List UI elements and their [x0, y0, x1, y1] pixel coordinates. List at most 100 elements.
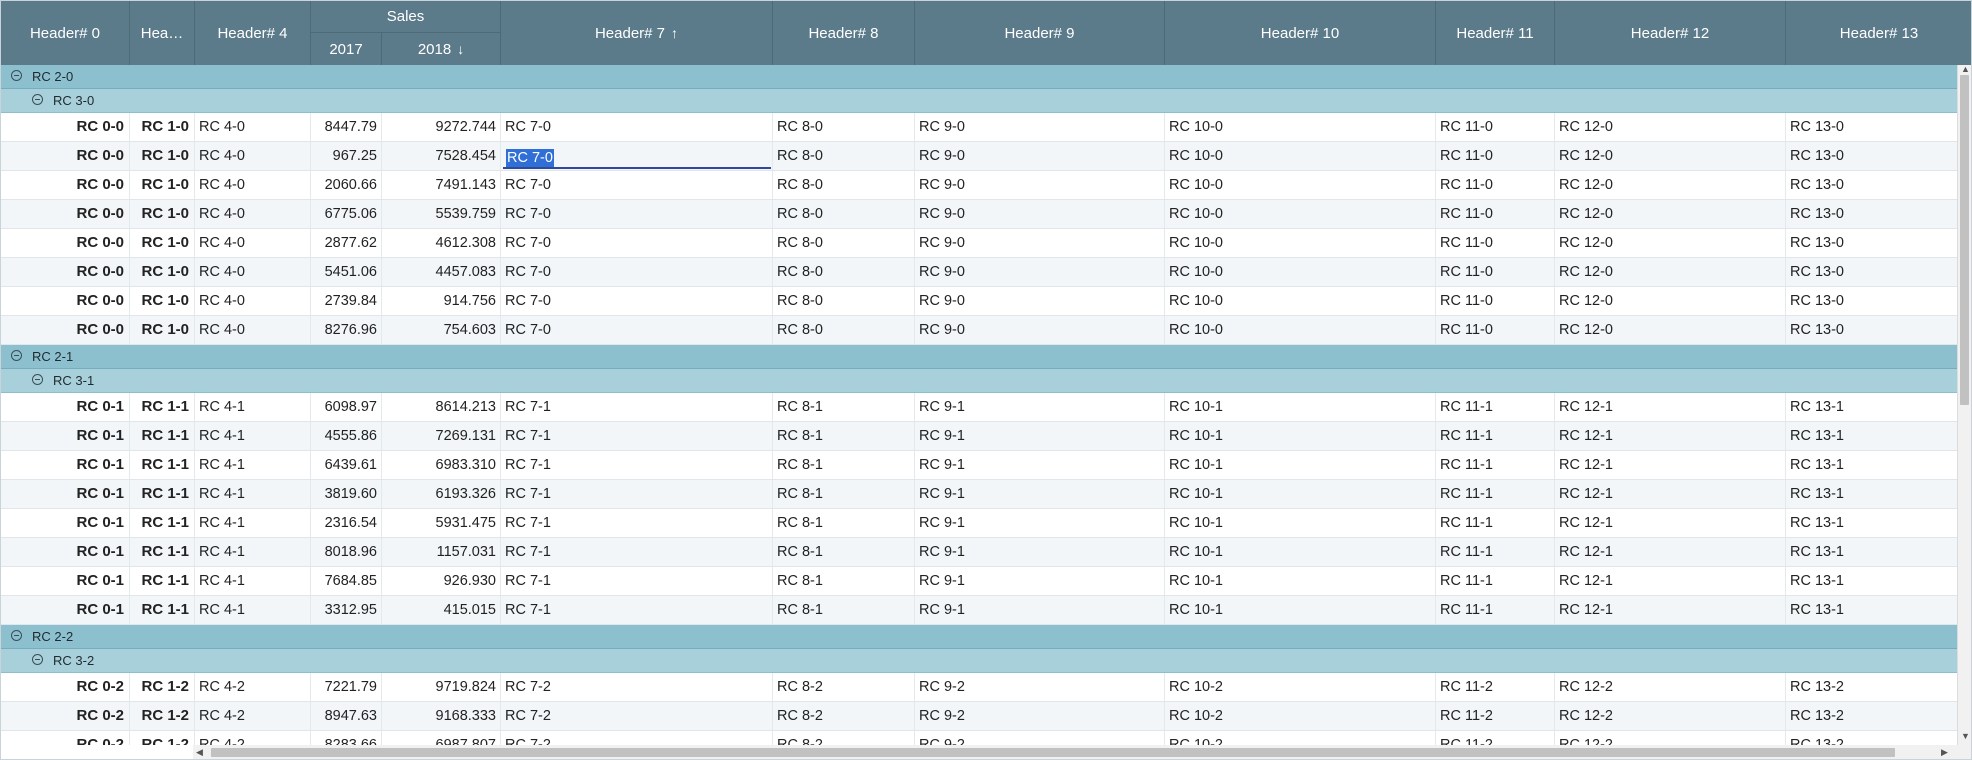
cell-col-9[interactable]: RC 9-1 [915, 509, 1165, 537]
table-row[interactable]: RC 0-1 RC 1-1 RC 4-1 6098.97 8614.213 RC 7-1 R… [1, 393, 1957, 422]
cell-col-9[interactable]: RC 9-1 [915, 480, 1165, 508]
cell-col-11[interactable]: RC 11-0 [1436, 200, 1555, 228]
horizontal-scrollbar[interactable]: ◀ ▶ [193, 745, 1957, 759]
cell-col-12[interactable]: RC 12-0 [1555, 171, 1786, 199]
cell-col-8[interactable]: RC 8-1 [773, 567, 915, 595]
table-row[interactable]: RC 0-0 RC 1-0 RC 4-0 8447.79 9272.744 RC 7-0 R… [1, 113, 1957, 142]
cell-col-8[interactable]: RC 8-0 [773, 258, 915, 286]
cell-col-10[interactable]: RC 10-1 [1165, 480, 1436, 508]
cell-col-12[interactable]: RC 12-1 [1555, 451, 1786, 479]
cell-sales-2017[interactable]: 8447.79 [311, 113, 382, 141]
cell-col-11[interactable]: RC 11-1 [1436, 422, 1555, 450]
cell-col-7[interactable]: RC 7-1 [501, 538, 773, 566]
cell-col-4[interactable]: RC 4-1 [195, 422, 311, 450]
cell-col-8[interactable]: RC 8-0 [773, 200, 915, 228]
cell-col-13[interactable]: RC 13-0 [1786, 142, 1957, 170]
cell-col-10[interactable]: RC 10-0 [1165, 142, 1436, 170]
table-row[interactable]: RC 0-1 RC 1-1 RC 4-1 6439.61 6983.310 RC 7-1 R… [1, 451, 1957, 480]
cell-col-9[interactable]: RC 9-1 [915, 451, 1165, 479]
cell-col-13[interactable]: RC 13-0 [1786, 171, 1957, 199]
cell-col-8[interactable]: RC 8-2 [773, 673, 915, 701]
cell-col-0[interactable]: RC 0-2 [1, 673, 130, 701]
cell-sales-2018[interactable]: 7528.454 [382, 142, 501, 170]
cell-col-1[interactable]: RC 1-1 [130, 567, 195, 595]
cell-col-8[interactable]: RC 8-0 [773, 113, 915, 141]
cell-col-0[interactable]: RC 0-0 [1, 287, 130, 315]
cell-col-8[interactable]: RC 8-1 [773, 451, 915, 479]
cell-col-9[interactable]: RC 9-0 [915, 229, 1165, 257]
cell-col-9[interactable]: RC 9-1 [915, 596, 1165, 624]
cell-col-7[interactable]: RC 7-0 [501, 171, 773, 199]
cell-sales-2017[interactable]: 8947.63 [311, 702, 382, 730]
cell-sales-2018[interactable]: 914.756 [382, 287, 501, 315]
cell-col-7[interactable]: RC 7-1 [501, 480, 773, 508]
table-row[interactable]: RC 0-0 RC 1-0 RC 4-0 5451.06 4457.083 RC 7-0 R… [1, 258, 1957, 287]
cell-col-9[interactable]: RC 9-2 [915, 702, 1165, 730]
cell-col-7[interactable]: RC 7-1 [501, 393, 773, 421]
cell-col-4[interactable]: RC 4-2 [195, 673, 311, 701]
table-row[interactable]: RC 0-0 RC 1-0 RC 4-0 8276.96 754.603 RC 7-0 RC… [1, 316, 1957, 345]
cell-col-4[interactable]: RC 4-0 [195, 316, 311, 344]
cell-col-11[interactable]: RC 11-1 [1436, 596, 1555, 624]
cell-col-7[interactable]: RC 7-1 [501, 596, 773, 624]
cell-col-0[interactable]: RC 0-1 [1, 393, 130, 421]
table-row[interactable]: RC 0-0 RC 1-0 RC 4-0 967.25 7528.454 RC 7-0 RC… [1, 142, 1957, 171]
cell-col-0[interactable]: RC 0-1 [1, 538, 130, 566]
collapse-icon[interactable] [32, 374, 43, 385]
cell-col-4[interactable]: RC 4-1 [195, 538, 311, 566]
cell-col-4[interactable]: RC 4-0 [195, 229, 311, 257]
cell-col-12[interactable]: RC 12-2 [1555, 702, 1786, 730]
cell-col-4[interactable]: RC 4-0 [195, 171, 311, 199]
cell-col-9[interactable]: RC 9-1 [915, 567, 1165, 595]
cell-col-8[interactable]: RC 8-0 [773, 171, 915, 199]
cell-sales-2017[interactable]: 2739.84 [311, 287, 382, 315]
cell-col-4[interactable]: RC 4-1 [195, 451, 311, 479]
cell-col-0[interactable]: RC 0-2 [1, 702, 130, 730]
cell-col-10[interactable]: RC 10-0 [1165, 171, 1436, 199]
table-row[interactable]: RC 0-0 RC 1-0 RC 4-0 2739.84 914.756 RC 7-0 RC… [1, 287, 1957, 316]
cell-col-12[interactable]: RC 12-1 [1555, 509, 1786, 537]
cell-col-7[interactable]: RC 7-0 [501, 258, 773, 286]
cell-col-12[interactable]: RC 12-1 [1555, 596, 1786, 624]
column-header-0[interactable]: Header# 0 [1, 1, 130, 65]
group-row-level-1[interactable]: RC 2-0 [1, 65, 1957, 89]
cell-col-12[interactable]: RC 12-0 [1555, 113, 1786, 141]
horizontal-scroll-thumb[interactable] [211, 748, 1895, 757]
cell-col-8[interactable]: RC 8-1 [773, 596, 915, 624]
cell-col-1[interactable]: RC 1-0 [130, 287, 195, 315]
cell-col-7[interactable]: RC 7-1 [501, 509, 773, 537]
cell-sales-2018[interactable]: 8614.213 [382, 393, 501, 421]
cell-col-10[interactable]: RC 10-1 [1165, 596, 1436, 624]
cell-col-9[interactable]: RC 9-0 [915, 113, 1165, 141]
cell-col-1[interactable]: RC 1-0 [130, 171, 195, 199]
group-row-level-2[interactable]: RC 3-1 [1, 369, 1957, 393]
cell-col-10[interactable]: RC 10-1 [1165, 538, 1436, 566]
cell-col-10[interactable]: RC 10-0 [1165, 316, 1436, 344]
cell-col-7[interactable]: RC 7-0 [501, 113, 773, 141]
cell-col-8[interactable]: RC 8-1 [773, 538, 915, 566]
cell-col-1[interactable]: RC 1-0 [130, 142, 195, 170]
cell-col-4[interactable]: RC 4-0 [195, 113, 311, 141]
cell-col-1[interactable]: RC 1-0 [130, 316, 195, 344]
cell-col-0[interactable]: RC 0-0 [1, 316, 130, 344]
cell-sales-2017[interactable]: 6098.97 [311, 393, 382, 421]
cell-col-1[interactable]: RC 1-2 [130, 731, 195, 745]
cell-col-11[interactable]: RC 11-0 [1436, 316, 1555, 344]
cell-col-12[interactable]: RC 12-0 [1555, 287, 1786, 315]
group-row-level-1[interactable]: RC 2-1 [1, 345, 1957, 369]
cell-col-13[interactable]: RC 13-1 [1786, 567, 1957, 595]
table-row[interactable]: RC 0-0 RC 1-0 RC 4-0 2060.66 7491.143 RC 7-0 R… [1, 171, 1957, 200]
cell-col-10[interactable]: RC 10-1 [1165, 451, 1436, 479]
scroll-up-icon[interactable]: ▲ [1961, 64, 1970, 74]
cell-sales-2018[interactable]: 6983.310 [382, 451, 501, 479]
cell-sales-2017[interactable]: 8283.66 [311, 731, 382, 745]
column-header-9[interactable]: Header# 9 [915, 1, 1165, 65]
cell-col-4[interactable]: RC 4-2 [195, 702, 311, 730]
cell-col-10[interactable]: RC 10-0 [1165, 258, 1436, 286]
group-row-level-1[interactable]: RC 2-2 [1, 625, 1957, 649]
cell-col-12[interactable]: RC 12-0 [1555, 229, 1786, 257]
cell-col-11[interactable]: RC 11-0 [1436, 258, 1555, 286]
cell-col-8[interactable]: RC 8-2 [773, 731, 915, 745]
cell-sales-2018[interactable]: 7491.143 [382, 171, 501, 199]
cell-col-13[interactable]: RC 13-2 [1786, 673, 1957, 701]
